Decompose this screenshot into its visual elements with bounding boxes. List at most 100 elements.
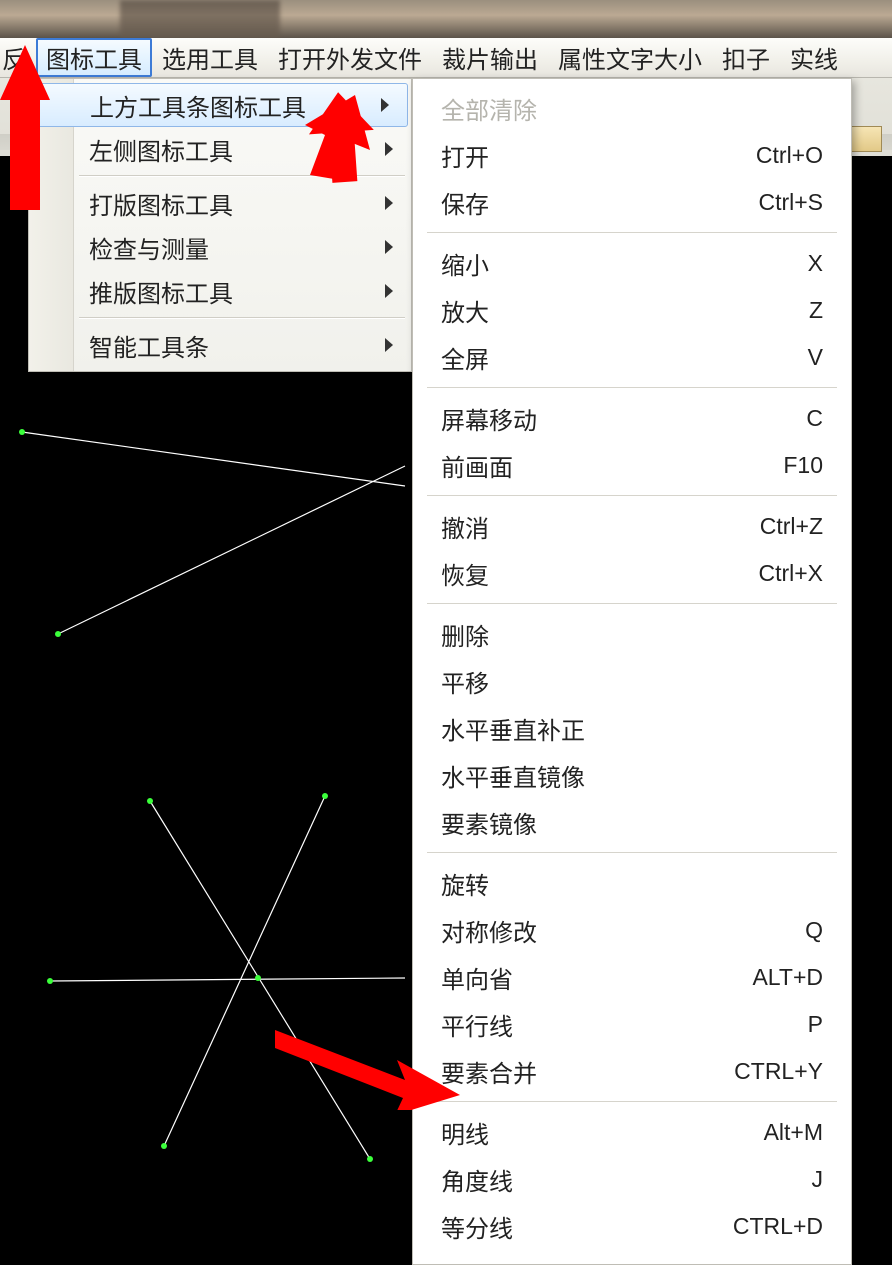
sub-hv-mirror[interactable]: 水平垂直镜像 <box>413 752 851 799</box>
sub-shortcut: Alt+M <box>764 1119 823 1146</box>
sub-prev-view[interactable]: 前画面 F10 <box>413 442 851 489</box>
sub-rotate[interactable]: 旋转 <box>413 860 851 907</box>
sub-label: 恢复 <box>441 556 758 591</box>
sub-label: 平行线 <box>441 1007 808 1042</box>
sub-shortcut: Ctrl+Z <box>760 513 823 540</box>
sub-element-mirror[interactable]: 要素镜像 <box>413 799 851 846</box>
dropdown-icon-tools: 上方工具条图标工具 左侧图标工具 打版图标工具 检查与测量 推版图标工具 智能工… <box>28 78 412 372</box>
sub-label: 前画面 <box>441 448 783 483</box>
sub-divide-line[interactable]: 等分线 CTRL+D <box>413 1203 851 1250</box>
sub-shortcut: CTRL+Y <box>734 1058 823 1085</box>
sub-one-way-dart[interactable]: 单向省 ALT+D <box>413 954 851 1001</box>
submenu-arrow-icon <box>385 284 393 298</box>
sub-shortcut: Z <box>809 297 823 324</box>
sub-undo[interactable]: 撤消 Ctrl+Z <box>413 503 851 550</box>
sub-save[interactable]: 保存 Ctrl+S <box>413 179 851 226</box>
sub-label: 删除 <box>441 617 823 652</box>
menu-separator <box>427 603 837 605</box>
sub-label: 角度线 <box>441 1162 812 1197</box>
menu-item-button[interactable]: 扣子 <box>712 38 780 77</box>
sub-parallel-line[interactable]: 平行线 P <box>413 1001 851 1048</box>
sub-label: 要素镜像 <box>441 805 823 840</box>
menu-item-open-external-file[interactable]: 打开外发文件 <box>268 38 432 77</box>
menu1-label: 检查与测量 <box>89 230 209 265</box>
sub-shortcut: Ctrl+S <box>758 189 823 216</box>
menu1-label: 推版图标工具 <box>89 274 233 309</box>
sub-symmetric-edit[interactable]: 对称修改 Q <box>413 907 851 954</box>
menu-item-piece-output[interactable]: 裁片输出 <box>432 38 548 77</box>
sub-label: 缩小 <box>441 246 808 281</box>
sub-label: 撤消 <box>441 509 760 544</box>
menu-separator <box>79 317 405 319</box>
menu-item-solid-line[interactable]: 实线 <box>780 38 848 77</box>
menu-separator <box>427 387 837 389</box>
sub-shortcut: Q <box>805 917 823 944</box>
sub-label: 对称修改 <box>441 913 805 948</box>
sub-label: 屏幕移动 <box>441 401 806 436</box>
submenu-arrow-icon <box>385 142 393 156</box>
sub-shortcut: Ctrl+X <box>758 560 823 587</box>
sub-label: 水平垂直补正 <box>441 711 823 746</box>
sub-label: 要素合并 <box>441 1054 734 1089</box>
submenu-arrow-icon <box>381 98 389 112</box>
menu-item-icon-tools[interactable]: 图标工具 <box>36 38 152 77</box>
menu1-pattern-icon-tools[interactable]: 打版图标工具 <box>29 181 411 225</box>
menu-item-attr-text-size[interactable]: 属性文字大小 <box>548 38 712 77</box>
sub-shortcut: CTRL+D <box>733 1213 823 1240</box>
menu1-check-measure[interactable]: 检查与测量 <box>29 225 411 269</box>
sub-clear-all: 全部清除 <box>413 85 851 132</box>
sub-label: 全屏 <box>441 340 808 375</box>
sub-label: 明线 <box>441 1115 764 1150</box>
menu-separator <box>427 232 837 234</box>
sub-label: 全部清除 <box>441 91 823 126</box>
sub-label: 保存 <box>441 185 758 220</box>
sub-redo[interactable]: 恢复 Ctrl+X <box>413 550 851 597</box>
sub-delete[interactable]: 删除 <box>413 611 851 658</box>
sub-shortcut: P <box>808 1011 823 1038</box>
menu-separator <box>427 852 837 854</box>
sub-shortcut: X <box>808 250 823 277</box>
sub-shortcut: Ctrl+O <box>756 142 823 169</box>
sub-zoom-out[interactable]: 缩小 X <box>413 240 851 287</box>
sub-angle-line[interactable]: 角度线 J <box>413 1156 851 1203</box>
sub-zoom-in[interactable]: 放大 Z <box>413 287 851 334</box>
submenu-top-toolbar: 全部清除 打开 Ctrl+O 保存 Ctrl+S 缩小 X 放大 Z 全屏 V … <box>412 78 852 1265</box>
sub-element-merge[interactable]: 要素合并 CTRL+Y <box>413 1048 851 1095</box>
sub-pan-screen[interactable]: 屏幕移动 C <box>413 395 851 442</box>
sub-shortcut: ALT+D <box>752 964 823 991</box>
submenu-arrow-icon <box>385 240 393 254</box>
sub-hv-correct[interactable]: 水平垂直补正 <box>413 705 851 752</box>
sub-shortcut: V <box>808 344 823 371</box>
submenu-arrow-icon <box>385 338 393 352</box>
sub-label: 单向省 <box>441 960 752 995</box>
sub-translate[interactable]: 平移 <box>413 658 851 705</box>
menu1-label: 上方工具条图标工具 <box>90 88 306 123</box>
sub-open[interactable]: 打开 Ctrl+O <box>413 132 851 179</box>
sub-label: 等分线 <box>441 1209 733 1244</box>
menu1-left-icon-tools[interactable]: 左侧图标工具 <box>29 127 411 171</box>
sub-shortcut: C <box>806 405 823 432</box>
menu1-smart-toolbar[interactable]: 智能工具条 <box>29 323 411 367</box>
menu-separator <box>79 175 405 177</box>
sub-label: 平移 <box>441 664 823 699</box>
menu1-top-toolbar-icon-tools[interactable]: 上方工具条图标工具 <box>32 83 408 127</box>
submenu-arrow-icon <box>385 196 393 210</box>
sub-top-stitch[interactable]: 明线 Alt+M <box>413 1109 851 1156</box>
menubar: 反 图标工具 选用工具 打开外发文件 裁片输出 属性文字大小 扣子 实线 <box>0 38 892 78</box>
sub-label: 放大 <box>441 293 809 328</box>
sub-label: 水平垂直镜像 <box>441 758 823 793</box>
sub-shortcut: F10 <box>783 452 823 479</box>
menu-separator <box>427 495 837 497</box>
sub-label: 打开 <box>441 138 756 173</box>
titlebar-shadow <box>120 0 280 38</box>
menu-item-0[interactable]: 反 <box>2 38 36 77</box>
menu-item-select-tools[interactable]: 选用工具 <box>152 38 268 77</box>
sub-label: 旋转 <box>441 866 823 901</box>
menu1-grading-icon-tools[interactable]: 推版图标工具 <box>29 269 411 313</box>
sub-fullscreen[interactable]: 全屏 V <box>413 334 851 381</box>
menu1-label: 智能工具条 <box>89 328 209 363</box>
menu1-label: 打版图标工具 <box>89 186 233 221</box>
sub-shortcut: J <box>812 1166 824 1193</box>
menu1-label: 左侧图标工具 <box>89 132 233 167</box>
menu-separator <box>427 1101 837 1103</box>
